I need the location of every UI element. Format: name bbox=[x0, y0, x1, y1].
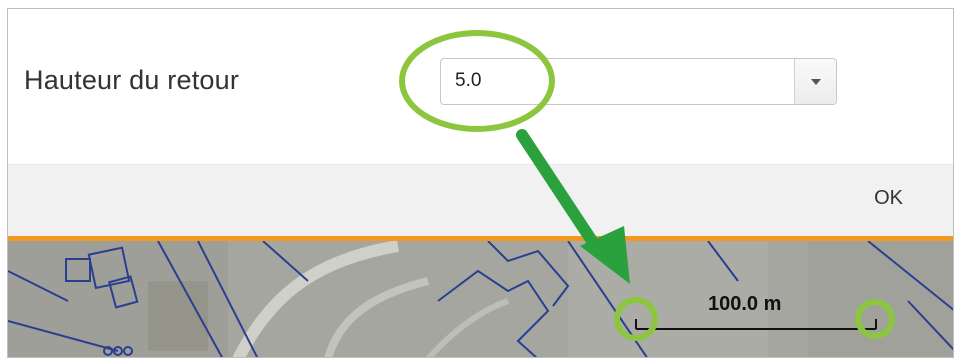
dialog-footer: OK bbox=[8, 164, 953, 237]
map-view[interactable]: 100.0 m bbox=[8, 241, 953, 357]
dialog-body: Hauteur du retour 5.0 bbox=[8, 9, 953, 164]
ok-button[interactable]: OK bbox=[874, 187, 903, 210]
select-value: 5.0 bbox=[455, 70, 482, 91]
field-label: Hauteur du retour bbox=[24, 65, 240, 95]
chevron-down-icon[interactable] bbox=[794, 59, 836, 104]
app-frame: Hauteur du retour 5.0 OK 100.0 m bbox=[7, 8, 954, 358]
scale-label: 100.0 m bbox=[708, 293, 782, 315]
height-select[interactable]: 5.0 bbox=[440, 58, 837, 105]
map-background bbox=[8, 241, 953, 357]
